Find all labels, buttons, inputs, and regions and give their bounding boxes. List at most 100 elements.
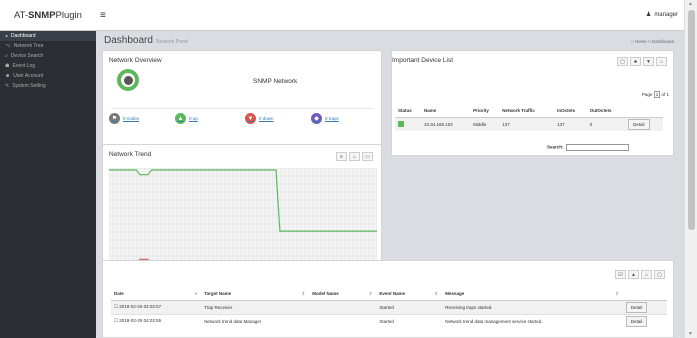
device-tool-icon[interactable]: ⌂ xyxy=(656,57,667,66)
table-header[interactable]: Model Name ⇕ xyxy=(309,289,377,301)
page-select[interactable]: 1 xyxy=(653,91,661,98)
sort-icon[interactable]: ⇕ xyxy=(434,291,438,297)
sidebar-item-label: System Setting xyxy=(12,83,46,89)
search-icon: ⌕ xyxy=(5,53,8,59)
brand-suffix: Plugin xyxy=(55,10,82,21)
sidebar-item-dashboard[interactable]: ◒ Dashboard xyxy=(0,31,96,41)
sidebar-item-system-setting[interactable]: ✎ System Setting xyxy=(0,81,96,91)
table-header[interactable]: Message ⇕ xyxy=(442,289,623,301)
page-scrollbar[interactable]: ▲ ▼ xyxy=(684,0,697,338)
cell-model xyxy=(309,299,377,314)
stat-link[interactable]: 0 nodes xyxy=(123,116,139,121)
stat-item[interactable]: ▼ 0 down xyxy=(245,113,274,124)
cell-in: 137 xyxy=(554,116,587,131)
sidebar-item-device-search[interactable]: ⌕ Device Search xyxy=(0,51,96,61)
brand-bold: SNMP xyxy=(28,10,56,21)
cell-event: Started xyxy=(376,313,443,328)
dashboard-icon: ◒ xyxy=(5,33,9,39)
stat-item[interactable]: ◆ 0 traps xyxy=(311,113,339,124)
stat-link[interactable]: 0 up xyxy=(189,116,198,121)
table-header[interactable]: Date ▾ xyxy=(111,289,202,301)
overview-title: Network Overview xyxy=(109,57,162,64)
cell-model xyxy=(309,313,377,328)
event-tool-icon[interactable]: ▢ xyxy=(654,270,665,279)
detail-button[interactable]: Detail xyxy=(625,301,648,313)
search-label: Search: xyxy=(547,144,564,150)
menu-toggle-icon[interactable]: ≡ xyxy=(100,10,106,21)
detail-button[interactable]: Detail xyxy=(628,118,650,130)
page-title-text: Dashboard xyxy=(104,35,153,46)
date-cell: ☐ 2018-02-26 04:02:55 xyxy=(111,313,202,328)
stat-item[interactable]: ▲ 0 up xyxy=(175,113,198,124)
table-header: OutOctets xyxy=(586,104,626,118)
app-logo[interactable]: AT- SNMP Plugin xyxy=(0,0,96,31)
table-header: InOctets xyxy=(554,104,587,118)
detail-button[interactable]: Detail xyxy=(625,315,648,327)
device-table: Status Name Priority Network Traffic InOctet… xyxy=(395,104,663,131)
brand-prefix: AT- xyxy=(14,10,29,21)
stat-icon: ◆ xyxy=(311,113,322,124)
table-row: ☐ 2018-02-26 04:02:57 Trap Receiver Starte… xyxy=(111,299,667,314)
user-menu[interactable]: ♟ manager xyxy=(646,11,678,19)
breadcrumb-separator: > xyxy=(648,39,651,44)
device-tool-icon[interactable]: ♣ xyxy=(630,57,641,66)
sort-icon[interactable]: ⇕ xyxy=(369,291,373,297)
cell-message: Receiving traps started. xyxy=(442,299,623,314)
stat-link[interactable]: 0 down xyxy=(259,116,274,121)
header-label: Message xyxy=(445,291,465,297)
sort-icon[interactable]: ⇕ xyxy=(301,291,305,297)
sidebar-item-label: Event Log xyxy=(12,63,36,69)
table-header[interactable]: Target Name ⇕ xyxy=(201,289,310,301)
stat-link[interactable]: 0 traps xyxy=(325,116,339,121)
cell-target: Trap Receiver xyxy=(201,299,310,314)
sidebar-item-network-tree[interactable]: ⌥ Network Tree xyxy=(0,41,96,51)
trend-tool-icon[interactable]: ▭ xyxy=(362,152,373,161)
stat-item[interactable]: ⚑ 0 nodes xyxy=(109,113,139,124)
pagination: Page 1 of 1 xyxy=(641,91,669,98)
status-ok-icon xyxy=(398,120,404,127)
top-bar: AT- SNMP Plugin ≡ ♟ manager xyxy=(0,0,684,31)
date-text: 2018-02-26 04:02:55 xyxy=(119,318,162,324)
cell-target: Network trend data Manager xyxy=(201,313,310,328)
table-header: Status xyxy=(395,104,421,118)
sidebar-item-user-account[interactable]: ☻ User Account xyxy=(0,71,96,81)
stat-icon: ▼ xyxy=(245,113,256,124)
event-tool-icon[interactable]: ▲ xyxy=(628,270,639,279)
header-label: Event Name xyxy=(379,291,406,297)
device-toolbar: ▢ ♣ ▼ ⌂ xyxy=(617,57,667,66)
device-tool-icon[interactable]: ▼ xyxy=(643,57,654,66)
date-cell: ☐ 2018-02-26 04:02:57 xyxy=(111,299,202,314)
device-tool-icon[interactable]: ▢ xyxy=(617,57,628,66)
table-header: Name xyxy=(420,104,471,118)
trend-tool-icon[interactable]: ⌂ xyxy=(349,152,360,161)
sort-icon[interactable]: ▾ xyxy=(195,291,197,297)
table-header[interactable]: Event Name ⇕ xyxy=(376,289,443,301)
header-label: Date xyxy=(114,291,124,297)
event-tool-icon[interactable]: ⌂ xyxy=(641,270,652,279)
event-tool-icon[interactable]: ☑ xyxy=(615,270,626,279)
trend-toolbar: ≡ ⌂ ▭ xyxy=(336,152,373,161)
sidebar-item-label: Network Tree xyxy=(13,43,44,49)
sidebar-item-label: Dashboard xyxy=(11,33,36,39)
network-status-icon xyxy=(117,69,139,91)
table-header: Network Traffic xyxy=(499,104,555,118)
page-label: Page xyxy=(641,92,653,97)
user-name: manager xyxy=(654,11,678,18)
sidebar-item-event-log[interactable]: ☗ Event Log xyxy=(0,61,96,71)
search-input[interactable] xyxy=(565,144,629,151)
scroll-up-icon[interactable]: ▲ xyxy=(688,1,693,7)
cell-event: Started xyxy=(376,299,443,314)
cell-message: Network trend data management service st… xyxy=(442,313,623,328)
breadcrumb-home[interactable]: Home xyxy=(635,39,647,44)
trend-tool-icon[interactable]: ≡ xyxy=(336,152,347,161)
sort-icon[interactable]: ⇕ xyxy=(615,291,619,297)
wrench-icon: ✎ xyxy=(5,83,10,89)
scrollbar-thumb[interactable] xyxy=(688,10,695,230)
breadcrumb: ⌂ Home > Dashboard xyxy=(631,39,674,44)
page-of: of 1 xyxy=(661,92,669,97)
scroll-down-icon[interactable]: ▼ xyxy=(688,331,693,337)
network-name: SNMP Network xyxy=(253,78,298,85)
trend-chart xyxy=(109,168,377,268)
sidebar: ◒ Dashboard ⌥ Network Tree ⌕ Device Search ☗ Ev… xyxy=(0,31,96,338)
event-table: Date ▾ Target Name ⇕ Model Name ⇕ Event Name ⇕ M… xyxy=(111,289,667,328)
